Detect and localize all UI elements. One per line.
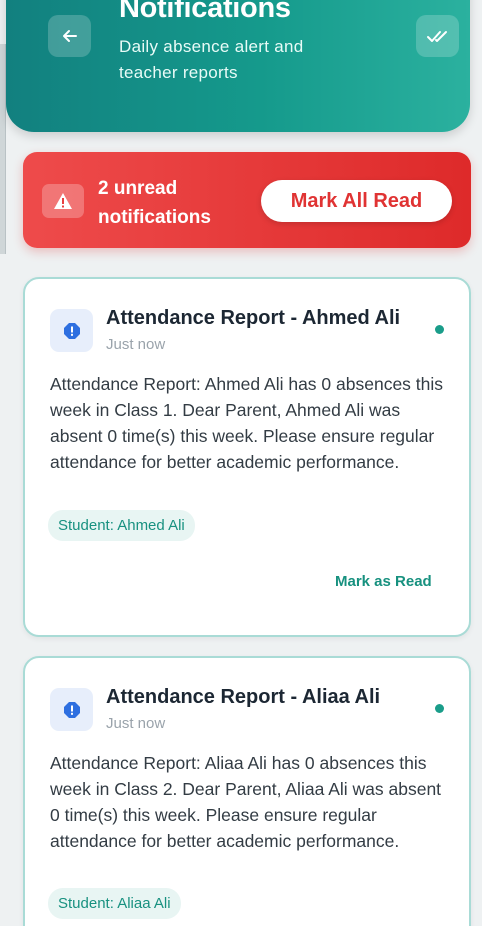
warning-icon — [54, 193, 72, 209]
notification-card[interactable]: Attendance Report - Aliaa Ali Just now A… — [23, 656, 471, 926]
arrow-left-icon — [62, 30, 77, 42]
alert-icon — [63, 322, 80, 339]
notification-message: Attendance Report: Aliaa Ali has 0 absen… — [50, 753, 442, 851]
warning-badge — [42, 184, 84, 218]
notification-time: Just now — [106, 715, 166, 732]
back-button[interactable] — [48, 15, 91, 57]
notification-title: Attendance Report - Aliaa Ali — [106, 686, 381, 708]
notifications-header: Notifications Daily absence alert and te… — [6, 0, 470, 132]
notification-card[interactable]: Attendance Report - Ahmed Ali Just now A… — [23, 277, 471, 637]
unread-banner: 2 unread notifications Mark All Read — [23, 152, 471, 248]
notification-icon-box — [50, 688, 93, 731]
page-subtitle: Daily absence alert and teacher reports — [119, 37, 304, 82]
double-check-icon — [426, 31, 447, 42]
notification-icon-box — [50, 309, 93, 352]
notification-time: Just now — [106, 336, 166, 353]
page-title: Notifications — [119, 0, 291, 24]
alert-icon — [63, 701, 80, 718]
mark-as-read-button[interactable]: Mark as Read — [335, 573, 432, 590]
unread-dot — [435, 325, 444, 334]
mark-all-read-button[interactable]: Mark All Read — [261, 180, 452, 222]
notification-title: Attendance Report - Ahmed Ali — [106, 307, 401, 329]
mark-all-read-icon-button[interactable] — [416, 15, 459, 57]
student-tag: Student: Aliaa Ali — [48, 888, 181, 919]
student-tag: Student: Ahmed Ali — [48, 510, 195, 541]
unread-count-text: 2 unread notifications — [98, 178, 211, 228]
notification-message: Attendance Report: Ahmed Ali has 0 absen… — [50, 374, 444, 472]
unread-dot — [435, 704, 444, 713]
